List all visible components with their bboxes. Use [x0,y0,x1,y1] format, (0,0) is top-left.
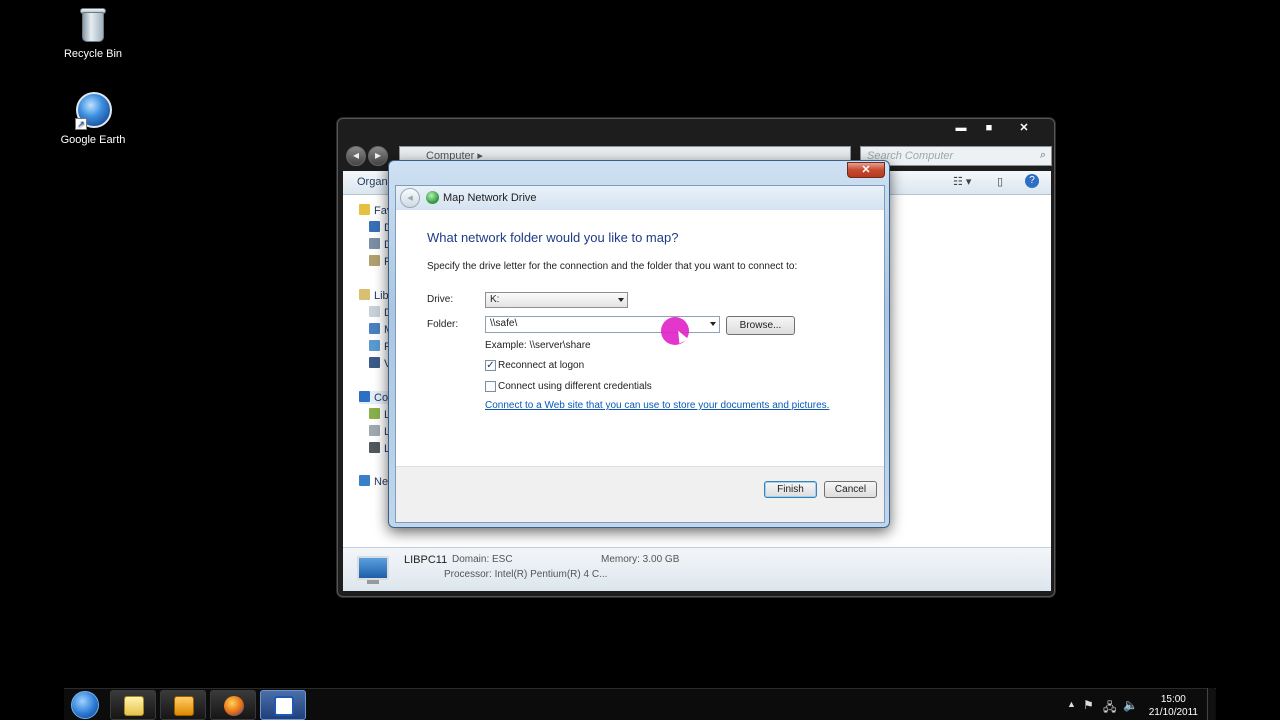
firefox-icon [224,696,244,716]
back-button[interactable]: ◂ [346,146,366,166]
downloads-icon [369,238,380,249]
google-earth-label: Google Earth [60,134,126,146]
taskbar-explorer-button[interactable] [110,690,156,720]
network-icon [359,475,370,486]
music-icon [369,323,380,334]
clock-time: 15:00 [1160,694,1186,705]
credentials-label[interactable]: Connect using different credentials [498,381,652,392]
drive-select[interactable]: K: [485,292,628,308]
taskbar: ▲ ⚑ 🖧 🔈 15:00 21/10/2011 [64,688,1216,720]
system-tray: ▲ ⚑ 🖧 🔈 15:00 21/10/2011 [1064,689,1204,720]
computer-icon [359,391,370,402]
drive-label: Drive: [427,294,454,305]
chevron-down-icon [618,298,624,302]
processor-info: Processor: Intel(R) Pentium(R) 4 C... [444,569,608,580]
folder-value: \\safe\ [490,318,518,329]
show-desktop-button[interactable] [1207,688,1215,720]
network-drive-icon [426,191,439,204]
browse-button[interactable]: Browse... [726,316,795,335]
windows-explorer-icon [124,696,144,716]
recycle-bin-label: Recycle Bin [63,48,123,60]
dialog-instruction: Specify the drive letter for the connect… [427,261,798,272]
taskbar-firefox-button[interactable] [210,690,256,720]
maximize-button[interactable]: ■ [976,120,1002,137]
volume-icon[interactable]: 🔈 [1123,698,1138,712]
media-player-icon [174,696,194,716]
drive-icon [369,408,380,419]
domain-info: Domain: ESC [452,554,513,565]
google-earth-shortcut[interactable]: ↗ Google Earth [53,90,133,146]
close-button[interactable]: ✕ [1004,120,1044,137]
google-earth-icon: ↗ [73,90,113,130]
start-button[interactable] [68,689,102,720]
drive-icon [369,425,380,436]
folder-label: Folder: [427,319,459,330]
finish-button[interactable]: Finish [764,481,817,498]
drive-value: K: [490,294,500,305]
computer-node[interactable]: Co [359,391,389,404]
dialog-heading: What network folder would you like to ma… [427,230,679,245]
taskbar-media-player-button[interactable] [160,690,206,720]
recycle-bin-icon [73,4,113,44]
pictures-icon [369,340,380,351]
reconnect-row[interactable]: ✓ Reconnect at logon [485,360,584,371]
clock-date: 21/10/2011 [1148,707,1198,718]
computer-name: LIBPC11 [404,554,448,566]
recycle-bin-shortcut[interactable]: Recycle Bin [53,4,133,60]
minimize-button[interactable]: ▬ [948,120,974,137]
desktop-icon [369,221,380,232]
example-text: Example: \\server\share [485,340,591,351]
dialog-header: ◂ Map Network Drive [396,186,884,210]
drive-item[interactable]: L [369,442,390,455]
drive-item[interactable]: L [369,408,390,421]
search-icon: ⌕ [1039,149,1046,161]
dialog-close-button[interactable]: ✕ [847,162,885,178]
details-pane: LIBPC11 Domain: ESC Memory: 3.00 GB Proc… [343,547,1051,591]
view-options-icon[interactable]: ☷ ▾ [953,175,971,188]
web-site-link[interactable]: Connect to a Web site that you can use t… [485,400,829,411]
memory-info: Memory: 3.00 GB [601,554,680,565]
help-icon[interactable]: ? [1025,174,1039,188]
documents-icon [369,306,380,317]
back-arrow-icon[interactable]: ◂ [400,188,420,208]
reconnect-checkbox[interactable]: ✓ [485,360,496,371]
dialog-client-area: ◂ Map Network Drive What network folder … [395,185,885,523]
reconnect-label[interactable]: Reconnect at logon [498,360,584,371]
drive-icon [369,442,380,453]
forward-button[interactable]: ▸ [368,146,388,166]
network-icon[interactable]: 🖧 [1103,698,1116,719]
network-node[interactable]: Net [359,475,391,488]
remote-desktop-icon [274,696,294,716]
dialog-footer: Finish Cancel [396,466,884,522]
show-hidden-icons-icon[interactable]: ▲ [1067,699,1076,709]
star-icon [359,204,370,215]
windows-logo-icon [71,691,99,719]
preview-pane-icon[interactable]: ▯ [997,175,1003,188]
desktop: Recycle Bin ↗ Google Earth ▬ ■ ✕ ◂ ▸ Com… [0,0,1280,720]
clock[interactable]: 15:00 21/10/2011 [1149,693,1198,719]
cancel-button[interactable]: Cancel [824,481,877,498]
map-network-drive-dialog: ✕ ◂ Map Network Drive What network folde… [388,160,890,528]
taskbar-remote-desktop-button[interactable] [260,690,306,720]
videos-icon [369,357,380,368]
drive-item[interactable]: L [369,425,390,438]
credentials-row[interactable]: Connect using different credentials [485,381,652,392]
credentials-checkbox[interactable] [485,381,496,392]
chevron-down-icon[interactable] [710,322,716,326]
dialog-title: Map Network Drive [443,192,537,204]
computer-icon [357,556,389,580]
libraries-icon [359,289,370,300]
action-center-flag-icon[interactable]: ⚑ [1083,698,1094,712]
recent-places-icon [369,255,380,266]
window-controls: ▬ ■ ✕ [948,120,1044,137]
